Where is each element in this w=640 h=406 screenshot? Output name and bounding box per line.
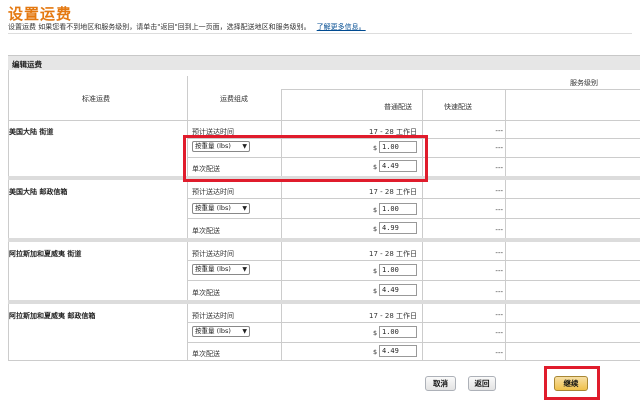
per-shipment-label: 单次配送: [192, 165, 220, 173]
weight-unit-value: 按重量 (lbs): [195, 142, 231, 150]
column-divider-3: [422, 89, 423, 360]
per-shipment-input[interactable]: 4.49: [379, 160, 417, 172]
row-divider: [187, 218, 640, 219]
chevron-down-icon: ▼: [242, 205, 247, 212]
intro-description: 设置运费 如果您看不到地区和服务级别，请单击"返回"回到上一页面，选择配送地区和…: [8, 23, 311, 31]
per-shipment-input[interactable]: 4.49: [379, 345, 417, 357]
express-shipment-value: ---: [495, 226, 503, 234]
express-weight-value: ---: [495, 267, 503, 275]
currency-symbol: $: [373, 348, 378, 356]
express-eta-value: ---: [495, 187, 503, 195]
learn-more-link[interactable]: 了解更多信息。: [317, 23, 366, 31]
per-weight-input[interactable]: 1.00: [379, 141, 417, 153]
currency-symbol: $: [373, 329, 378, 337]
standard-shipping-header: 标准运费: [82, 95, 110, 103]
title-divider: [8, 33, 632, 34]
express-eta-value: ---: [495, 311, 503, 319]
eta-label: 预计送达时间: [192, 128, 234, 136]
currency-symbol: $: [373, 144, 378, 152]
eta-value: 17 - 28 工作日: [368, 312, 417, 320]
row-divider: [187, 260, 640, 261]
row-separator-band: [8, 176, 640, 180]
express-eta-value: ---: [495, 127, 503, 135]
weight-unit-select[interactable]: 按重量 (lbs) ▼: [192, 203, 250, 214]
section-header: 编辑运费: [8, 55, 640, 70]
currency-symbol: $: [373, 267, 378, 275]
regular-delivery-header: 普通配送: [384, 103, 412, 111]
chevron-down-icon: ▼: [242, 143, 247, 150]
currency-symbol: $: [373, 206, 378, 214]
weight-unit-select[interactable]: 按重量 (lbs) ▼: [192, 264, 250, 275]
per-shipment-input[interactable]: 4.99: [379, 222, 417, 234]
eta-label: 预计送达时间: [192, 250, 234, 258]
weight-unit-select[interactable]: 按重量 (lbs) ▼: [192, 141, 250, 152]
per-shipment-label: 单次配送: [192, 350, 220, 358]
row-divider: [187, 198, 640, 199]
per-weight-input[interactable]: 1.00: [379, 326, 417, 338]
row-divider: [187, 322, 640, 323]
region-label: 阿拉斯加和夏威夷 街道: [9, 250, 82, 258]
intro-text: 设置运费 如果您看不到地区和服务级别，请单击"返回"回到上一页面，选择配送地区和…: [8, 22, 366, 32]
page-title: 设置运费: [8, 5, 73, 23]
subheader-line: [281, 89, 640, 90]
cancel-button[interactable]: 取消: [425, 376, 456, 391]
per-shipment-label: 单次配送: [192, 289, 220, 297]
back-button[interactable]: 返回: [468, 376, 496, 391]
column-divider-4: [505, 89, 506, 360]
weight-unit-select[interactable]: 按重量 (lbs) ▼: [192, 326, 250, 337]
service-level-header: 服务级别: [570, 79, 598, 87]
eta-label: 预计送达时间: [192, 312, 234, 320]
express-weight-value: ---: [495, 206, 503, 214]
region-label: 阿拉斯加和夏威夷 邮政信箱: [9, 312, 96, 320]
express-eta-value: ---: [495, 249, 503, 257]
express-delivery-header: 快速配送: [444, 103, 472, 111]
per-weight-input[interactable]: 1.00: [379, 203, 417, 215]
express-shipment-value: ---: [495, 288, 503, 296]
row-divider: [187, 157, 640, 158]
eta-value: 17 - 28 工作日: [368, 128, 417, 136]
currency-symbol: $: [373, 287, 378, 295]
weight-unit-value: 按重量 (lbs): [195, 265, 231, 273]
region-label: 美国大陆 邮政信箱: [9, 188, 68, 196]
column-divider-2: [281, 89, 282, 360]
per-shipment-input[interactable]: 4.49: [379, 284, 417, 296]
fee-composition-header: 运费组成: [220, 95, 248, 103]
row-separator-band: [8, 238, 640, 242]
express-weight-value: ---: [495, 144, 503, 152]
section-title: 编辑运费: [12, 60, 42, 69]
eta-label: 预计送达时间: [192, 188, 234, 196]
header-bottom-line: [8, 120, 640, 121]
chevron-down-icon: ▼: [242, 266, 247, 273]
express-weight-value: ---: [495, 329, 503, 337]
weight-unit-value: 按重量 (lbs): [195, 327, 231, 335]
eta-value: 17 - 28 工作日: [368, 250, 417, 258]
chevron-down-icon: ▼: [242, 328, 247, 335]
row-divider: [187, 138, 640, 139]
express-shipment-value: ---: [495, 164, 503, 172]
table-bottom-line: [8, 360, 640, 361]
currency-symbol: $: [373, 225, 378, 233]
continue-button[interactable]: 继续: [554, 376, 588, 391]
row-separator-band: [8, 300, 640, 304]
eta-value: 17 - 28 工作日: [368, 188, 417, 196]
currency-symbol: $: [373, 163, 378, 171]
weight-unit-value: 按重量 (lbs): [195, 204, 231, 212]
row-divider: [187, 342, 640, 343]
per-shipment-label: 单次配送: [192, 227, 220, 235]
row-divider: [187, 280, 640, 281]
region-label: 美国大陆 街道: [9, 128, 54, 136]
express-shipment-value: ---: [495, 349, 503, 357]
per-weight-input[interactable]: 1.00: [379, 264, 417, 276]
